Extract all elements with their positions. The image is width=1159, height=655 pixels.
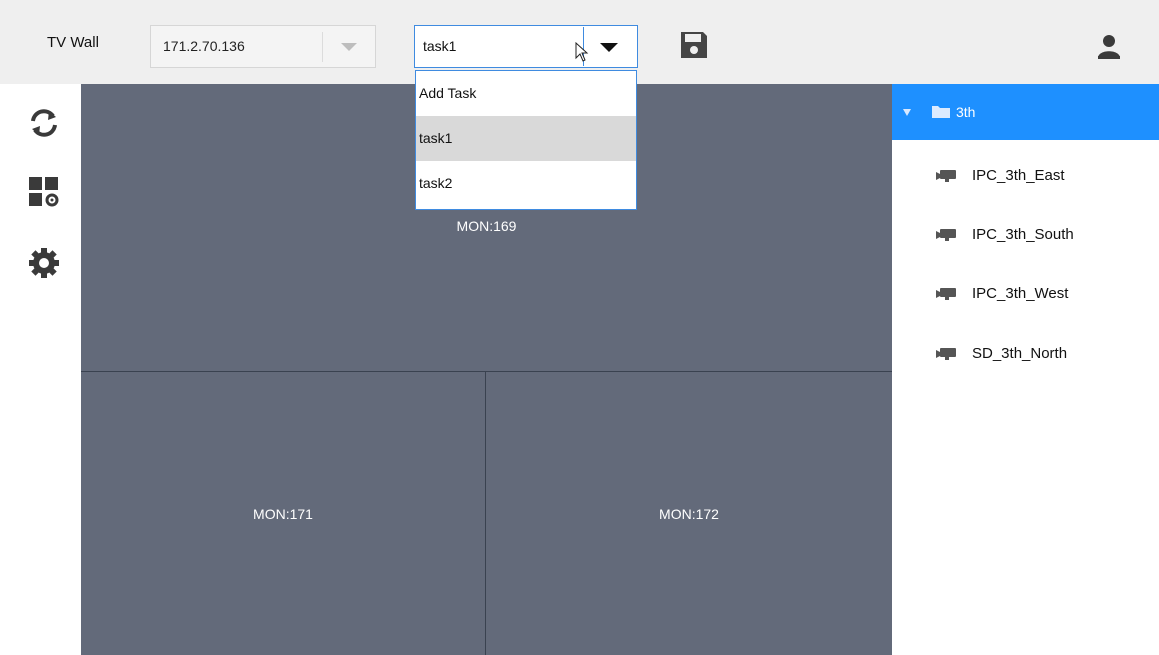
tree-item-label: SD_3th_North [972,345,1068,362]
expand-arrow-icon[interactable] [903,109,911,116]
screen-label: MON:172 [659,506,719,522]
save-icon[interactable] [678,29,710,61]
tree-root-label: 3th [956,104,976,120]
chevron-down-icon[interactable] [341,43,357,51]
screen-label: MON:169 [456,218,517,234]
dropdown-option-task2[interactable]: task2 [416,161,636,206]
tree-item-label: IPC_3th_South [972,226,1074,243]
device-select[interactable]: 171.2.70.136 [150,25,376,68]
left-toolbar [0,84,81,655]
gear-icon[interactable] [27,246,61,280]
chevron-down-icon[interactable] [600,43,618,52]
dropdown-option-add-task[interactable]: Add Task [416,71,636,116]
tree-item-label: IPC_3th_East [972,167,1065,184]
tree-item-camera[interactable]: IPC_3th_South [892,215,1159,255]
device-select-value: 171.2.70.136 [163,38,245,54]
dropdown-option-task1[interactable]: task1 [416,116,636,161]
tree-item-camera[interactable]: IPC_3th_West [892,274,1159,314]
page-title: TV Wall [47,34,99,51]
camera-icon [936,229,956,241]
folder-icon [932,106,950,118]
user-icon[interactable] [1096,32,1122,60]
task-select-value: task1 [423,38,457,54]
camera-icon [936,288,956,300]
tree-item-camera[interactable]: SD_3th_North [892,334,1159,374]
tree-item-label: IPC_3th_West [972,285,1069,302]
wall-screen[interactable]: MON:172 [486,372,892,655]
camera-icon [936,348,956,360]
device-select-divider [322,32,323,62]
task-dropdown-menu: Add Task task1 task2 [415,70,637,210]
layout-settings-icon[interactable] [27,175,61,209]
task-select[interactable]: task1 [414,25,638,68]
tree-node-root[interactable]: 3th [892,84,1159,140]
wall-screen[interactable]: MON:171 [81,372,486,655]
refresh-icon[interactable] [27,106,61,140]
screen-label: MON:171 [253,506,313,522]
camera-icon [936,170,956,182]
tree-item-camera[interactable]: IPC_3th_East [892,156,1159,196]
mouse-pointer-icon [575,42,589,62]
device-tree: 3th IPC_3th_East IPC_3th_South IPC_3th_W… [892,84,1159,655]
